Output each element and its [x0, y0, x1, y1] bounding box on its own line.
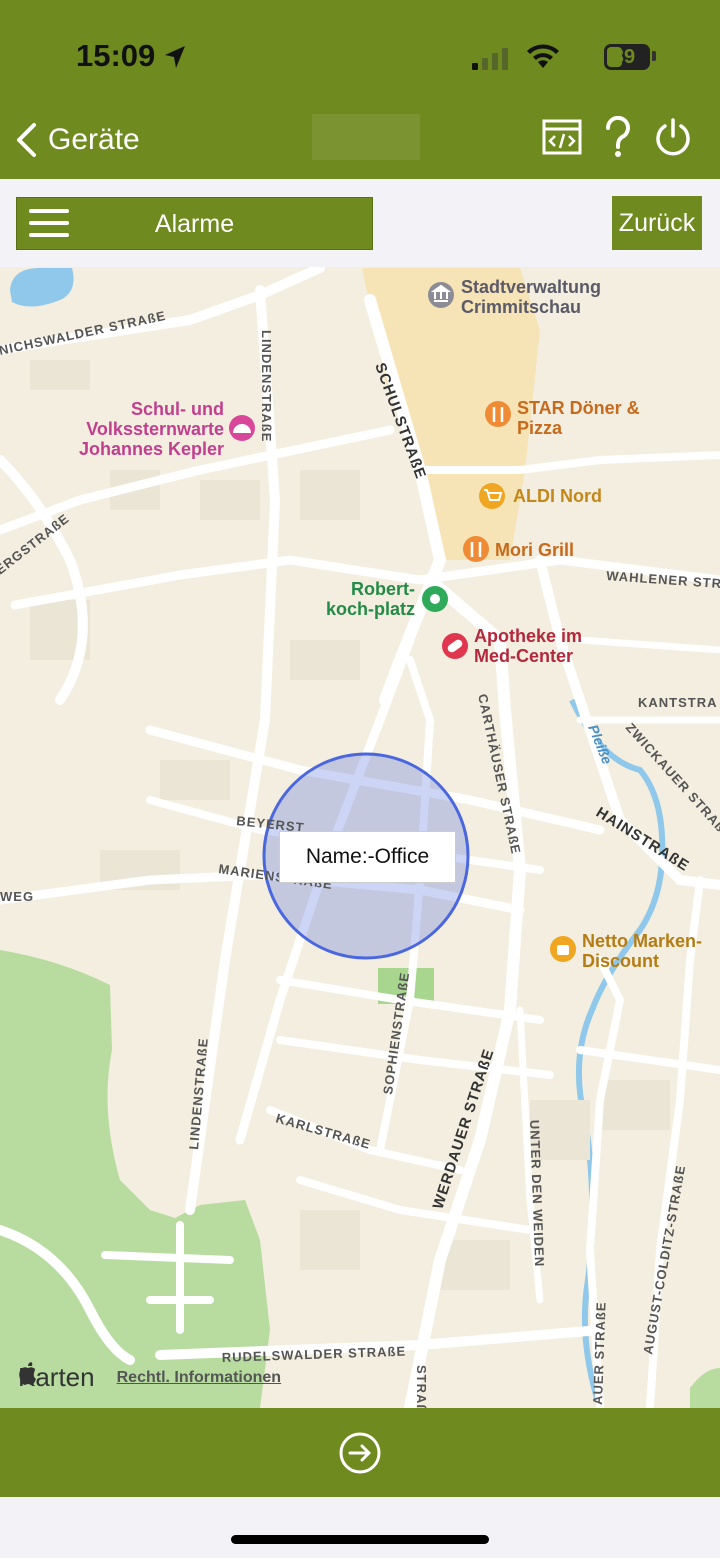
legal-info-link[interactable]: Rechtl. Informationen [117, 1369, 281, 1387]
status-time: 15:09 [76, 38, 156, 73]
street-label: KANTSTRA [638, 695, 718, 710]
street-label: NICHSWALDER STRAßE [0, 308, 167, 358]
apple-logo-icon [19, 1362, 36, 1385]
help-icon[interactable] [604, 116, 632, 158]
bottom-bar [0, 1408, 720, 1497]
poi-netto[interactable]: Netto Marken- Discount [582, 931, 702, 971]
location-arrow-icon [165, 46, 185, 68]
poi-robert-koch-platz[interactable]: Robert- koch-platz [310, 579, 415, 619]
back-label: Geräte [48, 123, 140, 156]
alarms-menu-button[interactable]: Alarme [16, 197, 373, 250]
street-label: LINDENSTRAßE [259, 330, 274, 442]
wifi-icon [527, 44, 559, 68]
map-attribution: Karten Rechtl. Informationen [18, 1362, 281, 1393]
alarms-label: Alarme [154, 210, 235, 238]
poi-apotheke[interactable]: Apotheke im Med-Center [474, 626, 582, 666]
cellular-signal-icon [472, 48, 508, 70]
restaurant-icon[interactable] [463, 536, 489, 562]
header-actions [542, 116, 692, 158]
street-label: KARLSTRAßE [274, 1110, 372, 1151]
arrow-right-circle-icon[interactable] [338, 1431, 382, 1475]
power-icon[interactable] [654, 117, 692, 157]
title-placeholder [312, 114, 420, 160]
zurueck-button[interactable]: Zurück [612, 196, 702, 250]
geofence-label: Name:-Office [279, 831, 456, 883]
poi-sternwarte[interactable]: Schul- und Volkssternwarte Johannes Kepl… [62, 399, 224, 459]
battery-tip [652, 51, 656, 61]
street-label: ZWICKAUER STRAßE [623, 720, 720, 842]
app-header: 15:09 39 Geräte [0, 0, 720, 179]
street-label: WAHLENER STR [606, 568, 720, 591]
back-to-devices-button[interactable]: Geräte [14, 118, 140, 162]
poi-mori-grill[interactable]: Mori Grill [495, 540, 574, 560]
chevron-left-icon [17, 123, 36, 157]
street-label: HAINSTRAßE [593, 804, 692, 875]
restaurant-icon[interactable] [485, 401, 511, 427]
park-south-west [0, 950, 270, 1408]
code-window-icon[interactable] [542, 119, 582, 155]
pond [10, 268, 74, 307]
street-label: AUER STRAßE [590, 1301, 609, 1405]
street-label: STRAßE [414, 1365, 429, 1408]
street-label: WEG [0, 889, 34, 904]
poi-stadtverwaltung[interactable]: Stadtverwaltung Crimmitschau [461, 277, 601, 317]
poi-aldi[interactable]: ALDI Nord [513, 486, 602, 506]
poi-star-doener[interactable]: STAR Döner & Pizza [517, 398, 640, 438]
battery-level: 39 [612, 46, 636, 68]
home-indicator [231, 1535, 489, 1544]
